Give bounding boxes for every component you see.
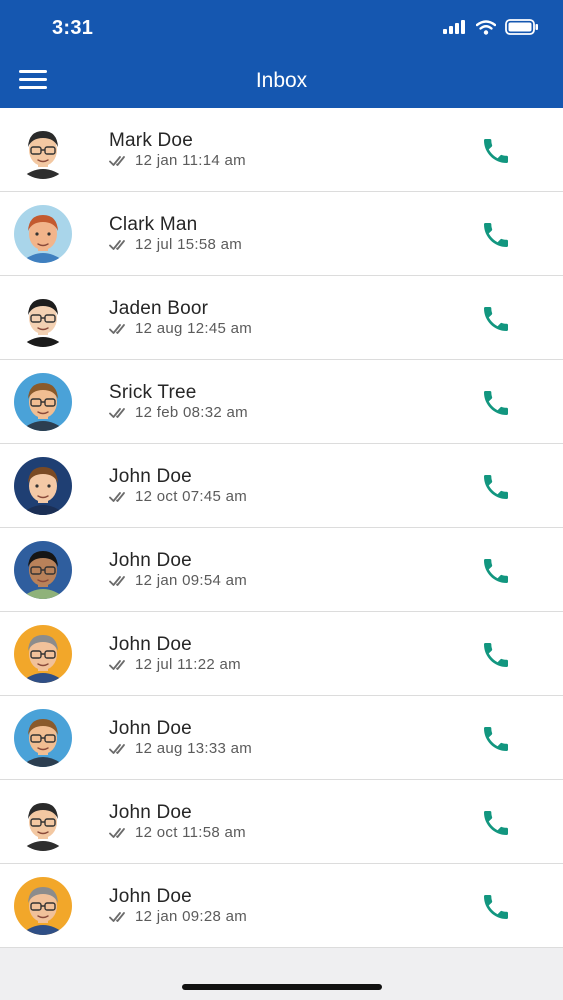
man-grey-hair-glasses-avatar: [14, 625, 72, 683]
phone-icon[interactable]: [480, 471, 512, 503]
contact-name: John Doe: [109, 802, 192, 823]
signal-icon: [443, 20, 465, 34]
contact-name: John Doe: [109, 886, 192, 907]
message-time: 12 aug 12:45 am: [135, 320, 253, 337]
phone-icon[interactable]: [480, 891, 512, 923]
phone-icon[interactable]: [480, 219, 512, 251]
phone-icon[interactable]: [480, 639, 512, 671]
man-grey-hair-glasses-avatar: [14, 877, 72, 935]
double-check-icon: [109, 407, 125, 418]
message-meta: 12 aug 13:33 am: [109, 740, 252, 757]
woman-brown-hair-avatar: [14, 457, 72, 515]
message-row[interactable]: John Doe 12 oct 07:45 am: [0, 444, 563, 528]
man-sunglasses-beard-avatar: [14, 373, 72, 431]
phone-icon[interactable]: [480, 723, 512, 755]
message-meta: 12 jan 11:14 am: [109, 152, 246, 169]
message-meta: 12 oct 11:58 am: [109, 824, 246, 841]
phone-icon[interactable]: [480, 807, 512, 839]
double-check-icon: [109, 911, 125, 922]
message-row[interactable]: Clark Man 12 jul 15:58 am: [0, 192, 563, 276]
message-meta: 12 aug 12:45 am: [109, 320, 252, 337]
phone-icon[interactable]: [480, 303, 512, 335]
wifi-icon: [476, 19, 496, 35]
message-time: 12 jul 15:58 am: [135, 236, 243, 253]
message-row[interactable]: Srick Tree 12 feb 08:32 am: [0, 360, 563, 444]
message-time: 12 jan 11:14 am: [135, 152, 246, 169]
contact-name: John Doe: [109, 466, 192, 487]
double-check-icon: [109, 239, 125, 250]
home-indicator: [182, 984, 382, 990]
message-row[interactable]: John Doe 12 oct 11:58 am: [0, 780, 563, 864]
battery-icon: [505, 19, 538, 35]
message-row[interactable]: John Doe 12 jan 09:28 am: [0, 864, 563, 948]
contact-name: Clark Man: [109, 214, 198, 235]
message-time: 12 oct 11:58 am: [135, 824, 246, 841]
message-meta: 12 jul 15:58 am: [109, 236, 242, 253]
contact-name: Jaden Boor: [109, 298, 209, 319]
page-title: Inbox: [255, 69, 308, 92]
phone-icon[interactable]: [480, 387, 512, 419]
man-beard-glasses-avatar: [14, 541, 72, 599]
double-check-icon: [109, 491, 125, 502]
man-dark-hair-glasses-avatar: [14, 121, 72, 179]
contact-name: John Doe: [109, 634, 192, 655]
message-meta: 12 jul 11:22 am: [109, 656, 241, 673]
contact-name: John Doe: [109, 718, 192, 739]
phone-icon[interactable]: [480, 135, 512, 167]
message-time: 12 aug 13:33 am: [135, 740, 253, 757]
man-red-hair-avatar: [14, 205, 72, 263]
double-check-icon: [109, 155, 125, 166]
contact-name: Srick Tree: [109, 382, 197, 403]
app-header: 3:31 Inbox: [0, 0, 563, 108]
contact-name: John Doe: [109, 550, 192, 571]
message-time: 12 jul 11:22 am: [135, 656, 241, 673]
inbox-list: Mark Doe 12 jan 11:14 am Clark Man 12 jul 1…: [0, 108, 563, 948]
message-row[interactable]: Jaden Boor 12 aug 12:45 am: [0, 276, 563, 360]
double-check-icon: [109, 575, 125, 586]
man-dark-hair-glasses-avatar: [14, 793, 72, 851]
message-meta: 12 jan 09:54 am: [109, 572, 247, 589]
message-row[interactable]: John Doe 12 aug 13:33 am: [0, 696, 563, 780]
phone-icon[interactable]: [480, 555, 512, 587]
message-meta: 12 jan 09:28 am: [109, 908, 247, 925]
man-sunglasses-beard-avatar: [14, 709, 72, 767]
message-time: 12 feb 08:32 am: [135, 404, 248, 421]
double-check-icon: [109, 323, 125, 334]
message-meta: 12 feb 08:32 am: [109, 404, 248, 421]
message-row[interactable]: John Doe 12 jan 09:54 am: [0, 528, 563, 612]
double-check-icon: [109, 827, 125, 838]
status-time: 3:31: [52, 17, 94, 39]
message-meta: 12 oct 07:45 am: [109, 488, 247, 505]
message-time: 12 jan 09:54 am: [135, 572, 248, 589]
double-check-icon: [109, 659, 125, 670]
message-time: 12 oct 07:45 am: [135, 488, 248, 505]
status-icons: [443, 19, 539, 35]
message-time: 12 jan 09:28 am: [135, 908, 248, 925]
man-black-curly-hair-avatar: [14, 289, 72, 347]
contact-name: Mark Doe: [109, 130, 193, 151]
double-check-icon: [109, 743, 125, 754]
message-row[interactable]: Mark Doe 12 jan 11:14 am: [0, 108, 563, 192]
message-row[interactable]: John Doe 12 jul 11:22 am: [0, 612, 563, 696]
